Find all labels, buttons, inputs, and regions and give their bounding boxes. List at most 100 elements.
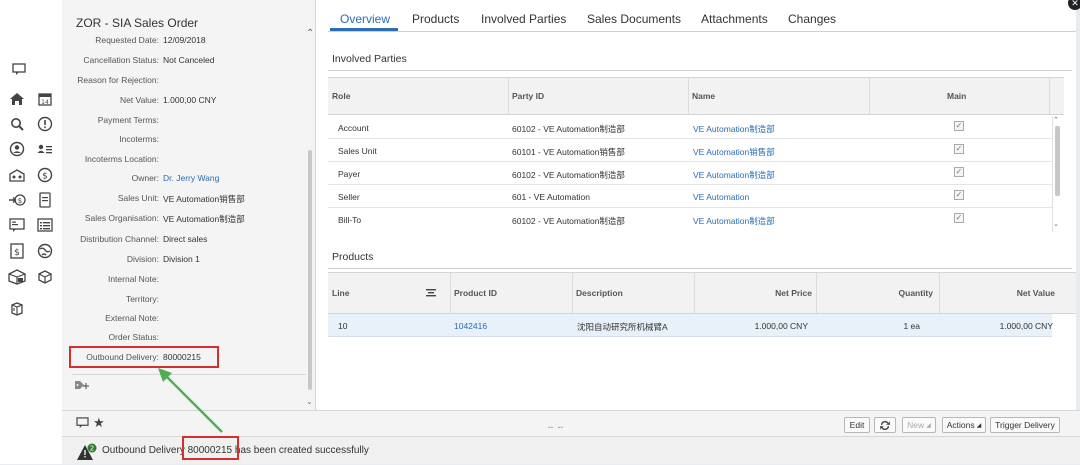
scroll-down-icon[interactable]: ⌄: [306, 397, 313, 406]
column-header-line[interactable]: Line: [332, 273, 349, 313]
column-header-role[interactable]: Role: [332, 78, 350, 114]
payment-icon[interactable]: $: [8, 191, 26, 209]
field-label: Distribution Channel:: [80, 234, 159, 244]
party-id-cell: 60101 - VE Automation销售部: [512, 147, 625, 157]
contacts-icon[interactable]: [36, 140, 54, 158]
owner-link[interactable]: Dr. Jerry Wang: [163, 173, 219, 183]
new-button[interactable]: New ◢: [902, 417, 936, 433]
name-link[interactable]: VE Automation: [693, 192, 749, 202]
table-row[interactable]: Sales Unit 60101 - VE Automation销售部 VE A…: [328, 139, 1052, 162]
money-icon[interactable]: $: [36, 166, 54, 184]
name-link[interactable]: VE Automation销售部: [693, 146, 775, 158]
collapse-toggle-icon[interactable]: ˆˆ ˇˇ: [548, 426, 563, 435]
warning-icon[interactable]: 2: [76, 443, 97, 461]
field-territory: Territory:: [62, 294, 316, 308]
table-row[interactable]: Payer 60102 - VE Automation制造部 VE Automa…: [328, 162, 1052, 185]
svg-text:$: $: [42, 172, 48, 182]
column-header-product-id[interactable]: Product ID: [454, 273, 497, 313]
field-label: Requested Date:: [95, 35, 159, 45]
scroll-up-icon[interactable]: ⌃: [1053, 116, 1059, 124]
tab-overview[interactable]: Overview: [340, 12, 390, 26]
notes-icon[interactable]: [8, 216, 26, 234]
product-icon[interactable]: [36, 268, 54, 286]
document-icon[interactable]: [36, 191, 54, 209]
globe-icon[interactable]: [36, 242, 54, 260]
shipment-icon[interactable]: [8, 268, 26, 286]
app-window: 14 $ $ $ ZOR - SIA Sales Order ⌃ Request…: [0, 0, 1080, 464]
field-division: Division: Division 1: [62, 254, 316, 268]
column-separator: [450, 273, 451, 313]
column-header-name[interactable]: Name: [692, 78, 715, 114]
main-checkbox[interactable]: ✓: [954, 121, 964, 131]
tab-involved-parties[interactable]: Involved Parties: [481, 12, 566, 26]
name-link[interactable]: VE Automation制造部: [693, 215, 775, 227]
field-value: Division 1: [163, 254, 200, 264]
list-icon[interactable]: [36, 216, 54, 234]
refresh-button[interactable]: [874, 417, 896, 433]
line-cell: 10: [338, 321, 348, 331]
tab-bar: Overview Products Involved Parties Sales…: [316, 0, 1076, 32]
tab-attachments[interactable]: Attachments: [701, 12, 768, 26]
name-link[interactable]: VE Automation制造部: [693, 123, 775, 135]
table-row[interactable]: Seller 601 - VE Automation VE Automation…: [328, 185, 1052, 208]
feed-icon[interactable]: [76, 417, 89, 431]
edit-button[interactable]: Edit: [844, 417, 870, 433]
column-header-description[interactable]: Description: [576, 273, 623, 313]
field-sales-organisation: Sales Organisation: VE Automation制造部: [62, 213, 316, 227]
role-cell: Bill-To: [338, 215, 362, 225]
svg-text:14: 14: [41, 99, 49, 106]
trigger-delivery-button[interactable]: Trigger Delivery: [990, 417, 1060, 433]
column-header-main[interactable]: Main: [947, 78, 966, 114]
involved-parties-scrollbar[interactable]: ⌃ ⌄: [1052, 116, 1060, 232]
table-row[interactable]: Account 60102 - VE Automation制造部 VE Auto…: [328, 116, 1052, 139]
party-id-cell: 601 - VE Automation: [512, 192, 590, 202]
field-label: Net Value:: [119, 95, 159, 105]
main-checkbox[interactable]: ✓: [954, 167, 964, 177]
details-scrollbar[interactable]: [308, 150, 312, 390]
feed-icon[interactable]: [10, 60, 28, 78]
column-header-net-price[interactable]: Net Price: [694, 273, 812, 313]
invoice-icon[interactable]: $: [8, 242, 26, 260]
add-tag-icon[interactable]: [74, 380, 90, 392]
scroll-down-icon[interactable]: ⌄: [1053, 220, 1059, 228]
table-row[interactable]: 10 1042416 沈阳自动研究所机械臂A 1.000,00 CNY 1 ea…: [328, 314, 1053, 337]
field-sales-unit: Sales Unit: VE Automation销售部: [62, 193, 316, 207]
home-icon[interactable]: [8, 90, 26, 108]
search-icon[interactable]: [8, 115, 26, 133]
column-header-quantity[interactable]: Quantity: [816, 273, 933, 313]
favorite-star-icon[interactable]: ★: [93, 415, 105, 431]
bottom-toolbar: ★ ˆˆ ˇˇ Edit New ◢ Actions ◢ Trigger Deliv…: [62, 410, 1080, 436]
scrollbar-thumb[interactable]: [1055, 126, 1060, 196]
tab-sales-documents[interactable]: Sales Documents: [587, 12, 681, 26]
table-row[interactable]: Bill-To 60102 - VE Automation制造部 VE Auto…: [328, 208, 1052, 231]
organization-icon[interactable]: [8, 166, 26, 184]
tab-products[interactable]: Products: [412, 12, 459, 26]
close-icon[interactable]: ✕: [1068, 0, 1080, 10]
stack-icon[interactable]: [8, 300, 26, 318]
main-checkbox[interactable]: ✓: [954, 190, 964, 200]
field-value: VE Automation制造部: [163, 214, 245, 224]
field-reason-rejection: Reason for Rejection:: [62, 75, 316, 89]
message-prefix: Outbound Delivery: [102, 445, 188, 456]
column-header-party-id[interactable]: Party ID: [512, 78, 544, 114]
main-checkbox[interactable]: ✓: [954, 144, 964, 154]
column-header-net-value[interactable]: Net Value: [939, 273, 1055, 313]
products-title: Products: [332, 251, 374, 263]
product-id-link[interactable]: 1042416: [454, 321, 487, 331]
sort-icon[interactable]: [426, 273, 436, 313]
field-incoterms: Incoterms:: [62, 134, 316, 148]
products-header: Line Product ID Description Net Price Qu…: [328, 272, 1076, 314]
tab-changes[interactable]: Changes: [788, 12, 836, 26]
main-checkbox[interactable]: ✓: [954, 213, 964, 223]
field-net-value: Net Value: 1.000,00 CNY: [62, 95, 316, 109]
role-cell: Sales Unit: [338, 146, 377, 156]
calendar-icon[interactable]: 14: [36, 90, 54, 108]
alert-icon[interactable]: [36, 115, 54, 133]
actions-button[interactable]: Actions ◢: [942, 417, 986, 433]
description-cell: 沈阳自动研究所机械臂A: [577, 322, 668, 332]
name-link[interactable]: VE Automation制造部: [693, 169, 775, 181]
field-label: External Note:: [105, 313, 159, 323]
icon-rail: 14 $ $ $: [0, 0, 62, 464]
account-icon[interactable]: [8, 140, 26, 158]
role-cell: Payer: [338, 169, 361, 179]
